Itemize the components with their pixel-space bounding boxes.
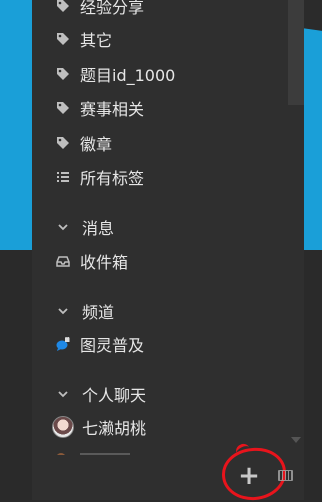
tag-icon bbox=[56, 32, 70, 46]
sidebar-item-all-tags[interactable]: 所有标签 bbox=[32, 162, 282, 192]
keyboard-icon[interactable] bbox=[278, 470, 293, 481]
tag-icon bbox=[56, 101, 70, 115]
tag-icon bbox=[56, 0, 70, 13]
sidebar-item-label: 七濑胡桃 bbox=[82, 419, 147, 438]
locked-chat-icon bbox=[56, 337, 70, 351]
sidebar-item-label: 题目id_1000 bbox=[80, 66, 176, 85]
sidebar-item-label: 图灵普及 bbox=[80, 336, 145, 355]
avatar bbox=[52, 416, 74, 438]
chevron-down-icon bbox=[58, 222, 68, 232]
scrollbar-thumb[interactable] bbox=[288, 0, 304, 105]
sidebar-panel: 经验分享 其它 题目id_1000 赛事相关 徽章 所有标签 消息 收件箱 频道… bbox=[32, 0, 304, 500]
sidebar-item-label: 其它 bbox=[80, 31, 113, 50]
section-title: 频道 bbox=[82, 303, 115, 322]
sidebar-item-tag-contest[interactable]: 赛事相关 bbox=[32, 93, 282, 123]
sidebar-item-tag-badge[interactable]: 徽章 bbox=[32, 128, 282, 158]
tag-icon bbox=[56, 136, 70, 150]
sidebar-item-tag-experience[interactable]: 经验分享 bbox=[32, 0, 282, 21]
list-icon bbox=[56, 170, 70, 184]
sidebar-item-tag-other[interactable]: 其它 bbox=[32, 24, 282, 54]
sidebar-item-chat-user[interactable]: 七濑胡桃 bbox=[32, 412, 282, 442]
sidebar-item-label: 经验分享 bbox=[80, 0, 145, 17]
sidebar-item-label: 所有标签 bbox=[80, 169, 145, 188]
section-title: 个人聊天 bbox=[82, 386, 147, 405]
section-header-messages[interactable]: 消息 bbox=[32, 213, 282, 241]
tag-icon bbox=[56, 67, 70, 81]
sidebar-item-label: 收件箱 bbox=[80, 253, 129, 272]
section-header-channels[interactable]: 频道 bbox=[32, 297, 282, 325]
sidebar-item-label: 赛事相关 bbox=[80, 100, 145, 119]
sidebar-item-channel-turing[interactable]: 图灵普及 bbox=[32, 329, 282, 359]
sidebar-item-label: 徽章 bbox=[80, 135, 113, 154]
sidebar-item-inbox[interactable]: 收件箱 bbox=[32, 246, 282, 276]
chevron-down-icon bbox=[58, 306, 68, 316]
inbox-icon bbox=[56, 254, 70, 268]
section-header-private-chat[interactable]: 个人聊天 bbox=[32, 380, 282, 408]
scroll-down-arrow-icon[interactable] bbox=[291, 437, 301, 443]
sidebar-item-tag-problem-id[interactable]: 题目id_1000 bbox=[32, 59, 282, 89]
section-title: 消息 bbox=[82, 219, 115, 238]
chevron-down-icon bbox=[58, 389, 68, 399]
